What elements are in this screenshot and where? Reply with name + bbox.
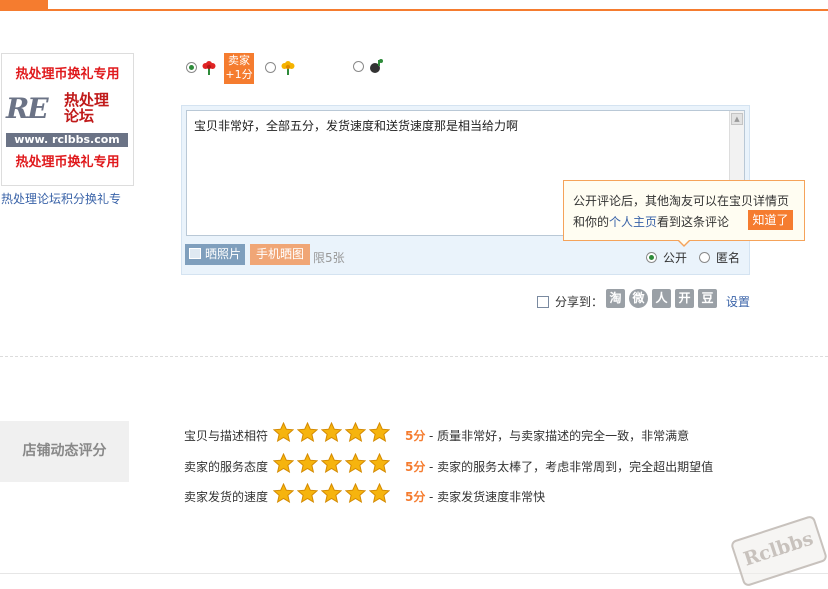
star-icon[interactable]: [321, 422, 342, 442]
star-icon[interactable]: [273, 483, 294, 503]
anonymous-radio[interactable]: [699, 252, 710, 263]
share-settings-link[interactable]: 设置: [726, 293, 750, 310]
share-label: 分享到：: [555, 295, 604, 309]
anonymous-label: 匿名: [716, 251, 741, 265]
dsr-label-description: 宝贝与描述相符: [184, 429, 269, 443]
product-image-text-bottom: 热处理币换礼专用: [15, 155, 120, 170]
scroll-up-button[interactable]: ▲: [731, 113, 743, 125]
share-renren-icon[interactable]: 人: [652, 289, 671, 308]
share-kaixin-icon[interactable]: 开: [675, 289, 694, 308]
star-icon[interactable]: [297, 483, 318, 503]
tooltip-arrow-fill: [678, 239, 690, 245]
dsr-desc-shipping: - 卖家发货速度非常快: [429, 490, 546, 504]
black-bomb-icon: [370, 59, 383, 73]
star-icon[interactable]: [273, 422, 294, 442]
product-image-text: 热处理币换礼专用: [15, 67, 120, 82]
star-icon[interactable]: [321, 483, 342, 503]
star-icon[interactable]: [369, 483, 390, 503]
product-logo-mark: RE: [6, 92, 49, 125]
share-douban-icon[interactable]: 豆: [698, 289, 717, 308]
product-logo-cn: 热处理 论坛: [64, 91, 110, 125]
rating-neutral-radio[interactable]: [265, 62, 276, 73]
dsr-stars-service[interactable]: [273, 453, 393, 473]
product-image-url: www. rclbbs.com: [6, 133, 128, 147]
rating-bad-radio[interactable]: [353, 61, 364, 72]
share-weibo-icon[interactable]: 微: [629, 289, 648, 308]
tooltip-text-pre: 和你的: [573, 215, 610, 229]
red-flower-icon: [202, 61, 216, 75]
dsr-stars-shipping[interactable]: [273, 483, 393, 503]
store-rating-title: 店铺动态评分: [0, 421, 129, 482]
profile-link[interactable]: 个人主页: [609, 215, 657, 229]
product-logo: RE 热处理 论坛: [6, 92, 128, 126]
star-icon[interactable]: [369, 422, 390, 442]
dsr-label-service: 卖家的服务态度: [184, 460, 269, 474]
tooltip-text-line1: 公开评论后，其他淘友可以在宝贝详情页: [573, 194, 790, 208]
section-divider: [0, 356, 828, 357]
star-icon[interactable]: [297, 453, 318, 473]
star-icon[interactable]: [321, 453, 342, 473]
mobile-photo-button[interactable]: 手机晒图: [250, 244, 310, 265]
got-it-button[interactable]: 知道了: [748, 210, 793, 230]
public-label: 公开: [663, 251, 688, 265]
dsr-desc-description: - 质量非常好，与卖家描述的完全一致，非常满意: [429, 429, 690, 443]
dsr-score-service: 5分: [405, 460, 426, 474]
share-checkbox[interactable]: [537, 296, 549, 308]
seller-badge-line1: 卖家: [228, 54, 250, 67]
product-image[interactable]: 热处理币换礼专用 RE 热处理 论坛 www. rclbbs.com 热处理币换…: [1, 53, 134, 186]
photo-icon: [189, 248, 201, 259]
dsr-stars-description[interactable]: [273, 422, 393, 442]
tooltip-text-post: 看到这条评论: [657, 215, 730, 229]
share-taobao-icon[interactable]: 淘: [606, 289, 625, 308]
star-icon[interactable]: [345, 422, 366, 442]
star-icon[interactable]: [345, 453, 366, 473]
upload-photo-button[interactable]: 晒照片: [185, 244, 245, 265]
product-title-link[interactable]: 热处理论坛积分换礼专: [1, 190, 121, 207]
upload-photo-label: 晒照片: [205, 247, 242, 261]
dsr-score-shipping: 5分: [405, 490, 426, 504]
dsr-desc-service: - 卖家的服务太棒了，考虑非常周到，完全超出期望值: [429, 460, 714, 474]
rating-good-radio[interactable]: [186, 62, 197, 73]
bottom-divider: [0, 573, 828, 574]
star-icon[interactable]: [297, 422, 318, 442]
seller-bonus-badge: 卖家 +1分: [224, 53, 254, 84]
photo-limit-text: 限5张: [313, 251, 345, 265]
public-radio[interactable]: [646, 252, 657, 263]
tooltip-text-line2: 和你的个人主页看到这条评论: [573, 213, 729, 230]
star-icon[interactable]: [273, 453, 294, 473]
dsr-score-description: 5分: [405, 429, 426, 443]
watermark-stamp: Rclbbs: [729, 514, 828, 588]
top-divider: [0, 9, 828, 11]
yellow-flower-icon: [281, 61, 295, 75]
star-icon[interactable]: [345, 483, 366, 503]
seller-badge-line2: +1分: [225, 68, 253, 81]
comment-text: 宝贝非常好，全部五分，发货速度和送货速度那是相当给力啊: [194, 119, 519, 133]
star-icon[interactable]: [369, 453, 390, 473]
dsr-label-shipping: 卖家发货的速度: [184, 490, 269, 504]
